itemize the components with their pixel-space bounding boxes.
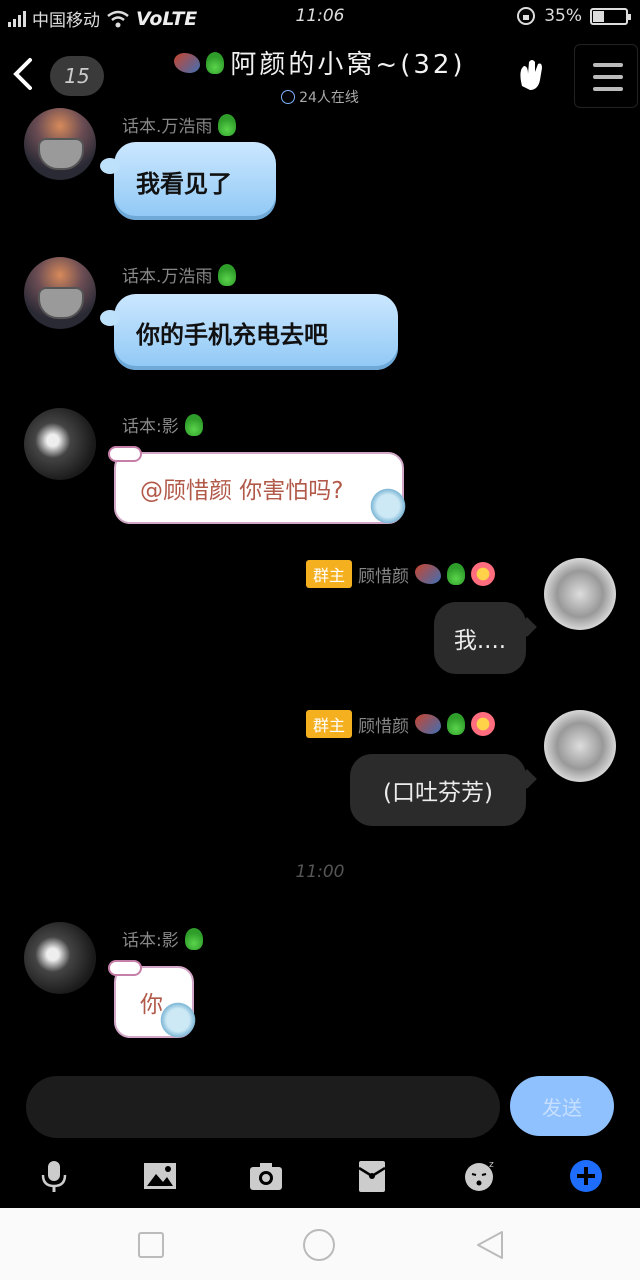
battery-icon <box>590 7 631 25</box>
avatar[interactable] <box>24 108 96 180</box>
sender-name: 话本.万浩雨 <box>122 262 237 287</box>
send-button[interactable]: 发送 <box>510 1076 614 1136</box>
chevron-down-icon[interactable] <box>281 90 296 104</box>
avatar[interactable] <box>24 408 96 480</box>
avatar[interactable] <box>544 558 616 630</box>
image-icon[interactable] <box>142 1158 178 1194</box>
camera-icon[interactable] <box>248 1158 284 1194</box>
unread-count-badge[interactable]: 15 <box>50 56 104 96</box>
sticker-decoration-icon <box>368 486 408 526</box>
message-bubble[interactable]: 我.... <box>434 602 526 674</box>
svg-text:z: z <box>489 1160 494 1170</box>
leaf-badge-icon <box>447 563 466 585</box>
message-bubble[interactable]: @顾惜颜 你害怕吗? <box>108 446 408 526</box>
leaf-badge-icon <box>184 927 203 950</box>
sender-name: 群主 顾惜颜 <box>306 710 496 738</box>
microphone-icon[interactable] <box>36 1158 72 1194</box>
message-input[interactable] <box>26 1076 500 1138</box>
flower-badge-icon <box>471 562 496 586</box>
online-count[interactable]: 24人在线 <box>299 87 359 107</box>
plus-icon[interactable] <box>568 1158 604 1194</box>
system-nav-bar <box>0 1208 640 1280</box>
leaf-badge-icon <box>218 113 237 136</box>
back-arrow-icon[interactable] <box>8 54 38 94</box>
back-icon[interactable] <box>474 1228 508 1262</box>
message-bubble[interactable]: 你的手机充电去吧 <box>100 294 398 370</box>
owner-badge: 群主 <box>306 710 353 738</box>
leaf-badge-icon <box>184 413 203 436</box>
message-bubble[interactable]: (口吐芬芳) <box>350 754 526 826</box>
menu-button[interactable] <box>574 44 638 108</box>
leaf-badge-icon <box>206 51 225 74</box>
avatar[interactable] <box>24 922 96 994</box>
dragon-badge-icon <box>415 564 442 584</box>
avatar[interactable] <box>544 710 616 782</box>
red-packet-icon[interactable] <box>354 1158 390 1194</box>
sender-name: 话本.万浩雨 <box>122 112 237 137</box>
sender-name: 话本:影 <box>122 926 203 951</box>
emoji-icon[interactable]: z <box>462 1158 498 1194</box>
message-bubble[interactable]: 你 <box>108 960 198 1040</box>
status-bar: 中国移动 VoLTE 11:06 35% <box>0 0 640 34</box>
leaf-badge-icon <box>218 263 237 286</box>
message-bubble[interactable]: 我看见了 <box>100 142 276 220</box>
sender-name: 群主 顾惜颜 <box>306 560 496 588</box>
sticker-decoration-icon <box>158 1000 198 1040</box>
sender-name: 话本:影 <box>122 412 203 437</box>
time-separator: 11:00 <box>295 862 345 882</box>
chat-header: 15 阿颜的小窝~(32) 24人在线 <box>0 34 640 114</box>
avatar[interactable] <box>24 257 96 329</box>
leaf-badge-icon <box>447 713 466 735</box>
input-toolbar: z <box>0 1150 640 1202</box>
home-icon[interactable] <box>302 1228 336 1262</box>
dragon-badge-icon <box>415 714 442 734</box>
group-title[interactable]: 阿颜的小窝~(32) <box>230 44 465 81</box>
rotation-lock-icon <box>517 7 536 25</box>
hand-gesture-icon[interactable] <box>512 56 552 96</box>
dragon-badge-icon <box>174 52 201 73</box>
flower-badge-icon <box>471 712 496 736</box>
battery-percent: 35% <box>544 6 582 26</box>
owner-badge: 群主 <box>306 560 353 588</box>
recent-apps-icon[interactable] <box>134 1228 168 1262</box>
